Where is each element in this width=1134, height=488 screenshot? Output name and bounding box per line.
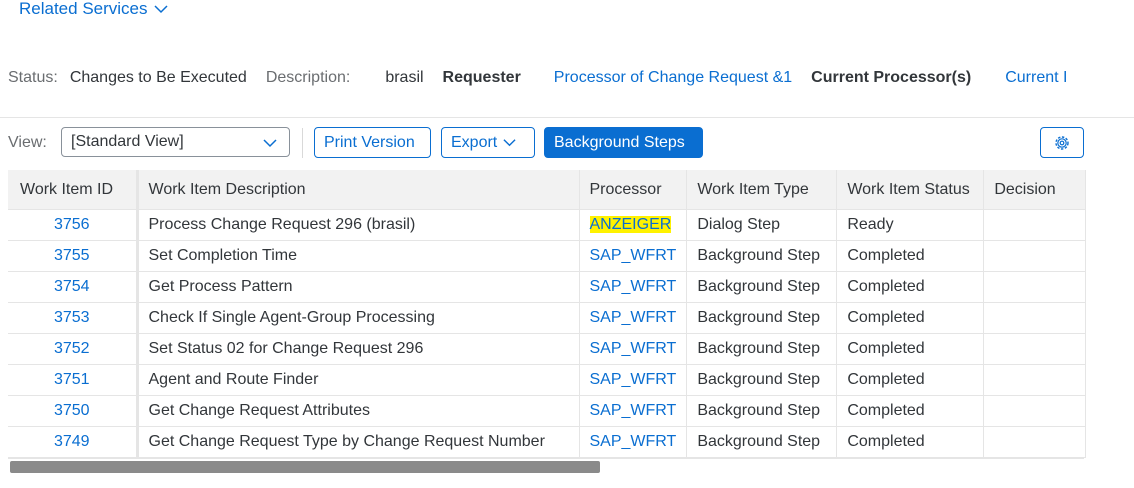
column-header-description[interactable]: Work Item Description [137,170,580,210]
scrollbar-thumb[interactable] [10,461,600,473]
decision-cell [983,364,1087,396]
work-item-description: Get Process Pattern [137,271,580,303]
table-toolbar: View: [Standard View] Print Version Expo… [0,124,1100,162]
table-row[interactable]: 3752 Set Status 02 for Change Request 29… [8,333,1087,365]
work-item-id-link[interactable]: 3755 [8,240,139,272]
table-row[interactable]: 3754 Get Process Pattern SAP_WFRT Backgr… [8,271,1087,303]
work-item-description: Agent and Route Finder [137,364,580,396]
work-item-description: Set Status 02 for Change Request 296 [137,333,580,365]
work-item-id-link[interactable]: 3751 [8,364,139,396]
processor-link[interactable]: SAP_WFRT [579,364,688,396]
current-processor-label: Current Processor(s) [811,69,972,86]
gear-icon [1055,135,1069,150]
status-label: Status: [8,69,58,86]
view-select-value: [Standard View] [71,133,184,150]
decision-cell [983,240,1087,272]
processor-cell: ANZEIGER [579,209,688,241]
toolbar-separator [302,128,303,158]
requester-label: Requester [442,69,521,86]
work-item-type: Background Step [686,333,838,365]
work-item-description: Get Change Request Type by Change Reques… [137,426,580,458]
processor-link[interactable]: SAP_WFRT [579,426,688,458]
work-item-type: Background Step [686,364,838,396]
print-version-button[interactable]: Print Version [314,127,431,158]
table-row[interactable]: 3749 Get Change Request Type by Change R… [8,426,1087,458]
column-header-status[interactable]: Work Item Status [836,170,985,210]
section-divider [0,117,1134,118]
work-item-status: Ready [836,209,985,241]
column-header-type[interactable]: Work Item Type [686,170,838,210]
related-services-link[interactable]: Related Services [19,0,168,18]
work-item-description: Check If Single Agent-Group Processing [137,302,580,334]
view-label: View: [8,134,47,151]
status-value: Changes to Be Executed [69,69,247,86]
work-item-type: Background Step [686,240,838,272]
chevron-down-icon [503,139,516,147]
horizontal-scrollbar[interactable] [8,458,1084,476]
processor-link[interactable]: SAP_WFRT [579,395,688,427]
work-item-description: Set Completion Time [137,240,580,272]
work-item-id-link[interactable]: 3750 [8,395,139,427]
processor-link[interactable]: SAP_WFRT [579,240,688,272]
work-item-type: Background Step [686,302,838,334]
requester-value-link[interactable]: Processor of Change Request &1 [554,67,792,89]
work-item-status: Completed [836,364,985,396]
object-header-status: Status: Changes to Be Executed Descripti… [8,67,1067,89]
column-header-decision[interactable]: Decision [983,170,1087,210]
processor-link[interactable]: ANZEIGER [589,216,672,233]
work-item-status: Completed [836,333,985,365]
decision-cell [983,271,1087,303]
table-row[interactable]: 3751 Agent and Route Finder SAP_WFRT Bac… [8,364,1087,396]
chevron-down-icon [153,5,168,14]
work-item-id-link[interactable]: 3756 [8,209,139,241]
work-item-type: Background Step [686,426,838,458]
table-header-row: Work Item ID Work Item Description Proce… [8,170,1087,210]
work-item-id-link[interactable]: 3753 [8,302,139,334]
description-label: Description: [265,69,351,86]
work-item-type: Background Step [686,271,838,303]
description-value: brasil [385,69,424,86]
work-item-status: Completed [836,271,985,303]
print-version-label: Print Version [324,134,415,151]
export-label: Export [451,134,498,151]
table-row[interactable]: 3756 Process Change Request 296 (brasil)… [8,209,1087,241]
work-item-status: Completed [836,426,985,458]
decision-cell [983,209,1087,241]
decision-cell [983,333,1087,365]
processor-link[interactable]: SAP_WFRT [579,271,688,303]
decision-cell [983,395,1087,427]
work-item-status: Completed [836,302,985,334]
column-header-work-item-id[interactable]: Work Item ID [8,170,139,210]
view-select[interactable]: [Standard View] [61,127,290,157]
work-item-id-link[interactable]: 3752 [8,333,139,365]
decision-cell [983,426,1087,458]
processor-link[interactable]: SAP_WFRT [579,302,688,334]
work-item-description: Get Change Request Attributes [137,395,580,427]
chevron-down-icon [263,139,277,148]
table-settings-button[interactable] [1040,127,1084,158]
work-item-type: Dialog Step [686,209,838,241]
decision-cell [983,302,1087,334]
background-steps-button[interactable]: Background Steps [544,127,703,158]
export-button[interactable]: Export [441,127,535,158]
work-item-status: Completed [836,395,985,427]
work-item-id-link[interactable]: 3749 [8,426,139,458]
table-row[interactable]: 3753 Check If Single Agent-Group Process… [8,302,1087,334]
column-header-processor[interactable]: Processor [579,170,688,210]
processor-link[interactable]: SAP_WFRT [579,333,688,365]
work-item-description: Process Change Request 296 (brasil) [137,209,580,241]
work-item-status: Completed [836,240,985,272]
background-steps-label: Background Steps [554,134,685,151]
related-services-label: Related Services [19,0,148,18]
work-item-type: Background Step [686,395,838,427]
work-item-id-link[interactable]: 3754 [8,271,139,303]
work-items-table: Work Item ID Work Item Description Proce… [8,170,1087,458]
table-row[interactable]: 3750 Get Change Request Attributes SAP_W… [8,395,1087,427]
current-processor-link[interactable]: Current I [1005,67,1067,89]
table-row[interactable]: 3755 Set Completion Time SAP_WFRT Backgr… [8,240,1087,272]
